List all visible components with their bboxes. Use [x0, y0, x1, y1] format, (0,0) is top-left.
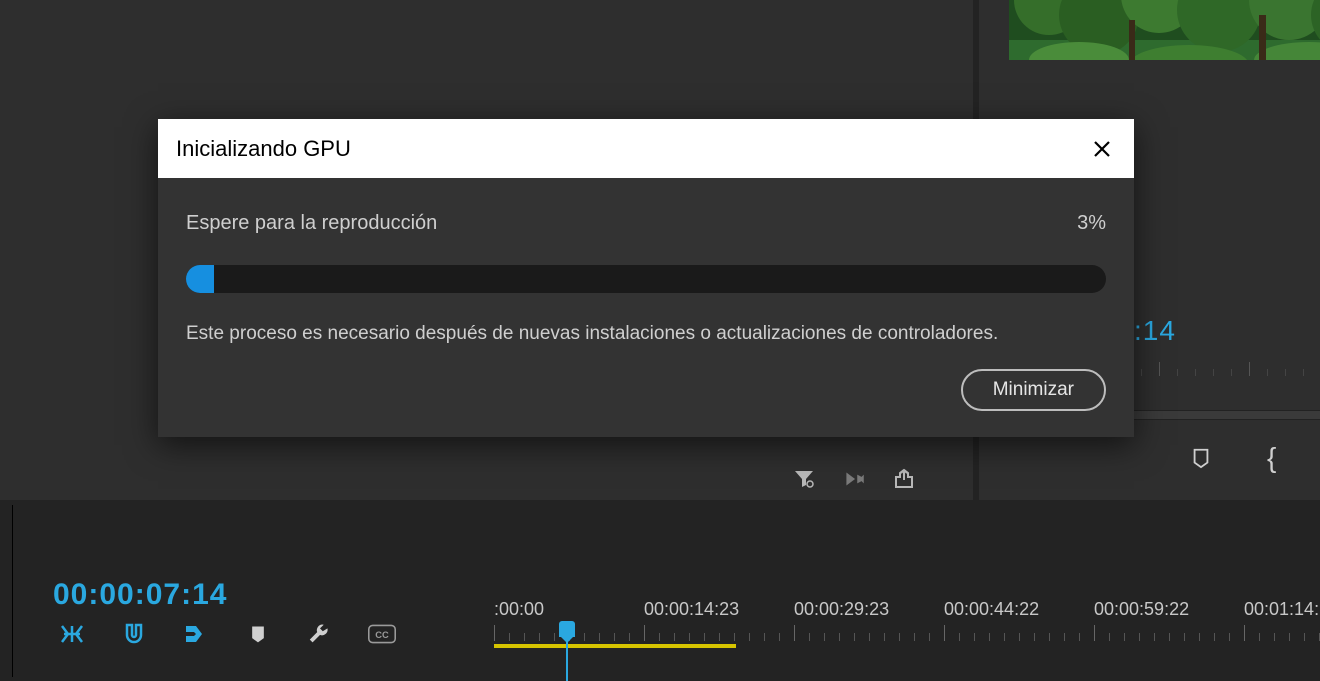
timeline-ruler[interactable]: :00:00 00:00:14:23 00:00:29:23 00:00:44:22 0…: [494, 599, 1320, 647]
progress-fill: [186, 265, 214, 293]
dialog-title-text: Inicializando GPU: [176, 136, 351, 162]
ruler-label: 00:00:59:22: [1094, 599, 1189, 620]
ruler-label: 00:00:29:23: [794, 599, 889, 620]
program-thumbnail: [1009, 0, 1320, 60]
dialog-status-text: Espere para la reproducción: [186, 212, 437, 235]
play-camera-icon[interactable]: [840, 465, 868, 493]
dialog-body: Espere para la reproducción 3% Este proc…: [158, 178, 1134, 437]
svg-text:CC: CC: [375, 630, 389, 640]
ruler-label: :00:00: [494, 599, 544, 620]
filter-icon[interactable]: [790, 465, 818, 493]
magnet-snap-icon[interactable]: [120, 620, 148, 648]
insert-overwrite-icon[interactable]: [58, 620, 86, 648]
brace-icon[interactable]: {: [1267, 444, 1287, 472]
program-timecode: :14: [1134, 315, 1176, 347]
linked-selection-icon[interactable]: [182, 620, 210, 648]
gpu-init-dialog: Inicializando GPU Espere para la reprodu…: [158, 119, 1134, 437]
ruler-label: 00:00:14:23: [644, 599, 739, 620]
timeline-left-border: [12, 505, 13, 677]
dialog-percent-text: 3%: [1077, 212, 1106, 235]
dialog-titlebar[interactable]: Inicializando GPU: [158, 119, 1134, 178]
add-marker-icon[interactable]: [244, 620, 272, 648]
playhead[interactable]: [559, 621, 575, 681]
minimize-button[interactable]: Minimizar: [961, 369, 1106, 411]
source-monitor-toolbar: [790, 465, 918, 493]
timeline-current-timecode[interactable]: 00:00:07:14: [53, 578, 227, 612]
close-icon[interactable]: [1088, 135, 1116, 163]
marker-outline-icon[interactable]: [1190, 447, 1212, 469]
forest-thumbnail-image: [1009, 0, 1320, 60]
cc-captions-icon[interactable]: CC: [368, 620, 396, 648]
wrench-settings-icon[interactable]: [306, 620, 334, 648]
ruler-label: 00:00:44:22: [944, 599, 1039, 620]
progress-bar: [186, 265, 1106, 293]
export-frame-icon[interactable]: [890, 465, 918, 493]
ruler-label: 00:01:14:22: [1244, 599, 1320, 620]
timeline-tools: CC: [58, 620, 396, 648]
work-area-bar[interactable]: [494, 644, 736, 648]
timeline-panel: 00:00:07:14 CC :00:00 00:00:14:23 00:00:29…: [0, 505, 1320, 677]
dialog-description: Este proceso es necesario después de nue…: [186, 323, 1106, 345]
